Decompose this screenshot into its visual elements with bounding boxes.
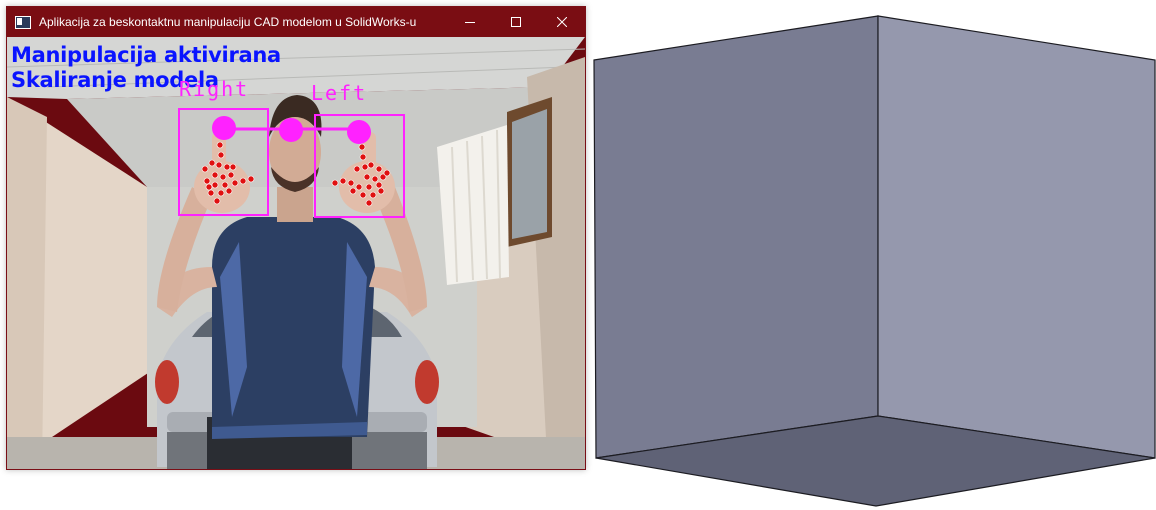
camera-scene xyxy=(7,37,585,469)
close-icon xyxy=(557,17,567,27)
right-hand-label: Right xyxy=(179,77,250,101)
minimize-icon xyxy=(465,22,475,23)
cad-viewport[interactable] xyxy=(592,12,1156,510)
left-fingertip-marker xyxy=(347,120,371,144)
status-activated-text: Manipulacija aktivirana xyxy=(11,43,281,67)
close-button[interactable] xyxy=(539,7,585,37)
camera-feed: Manipulacija aktivirana Skaliranje model… xyxy=(7,37,585,469)
maximize-icon xyxy=(511,17,521,27)
minimize-button[interactable] xyxy=(447,7,493,37)
maximize-button[interactable] xyxy=(493,7,539,37)
cube-face-right xyxy=(877,15,1156,459)
left-hand-label: Left xyxy=(311,81,368,105)
right-fingertip-marker xyxy=(212,116,236,140)
cad-cube-model[interactable] xyxy=(592,12,1156,510)
camera-app-window[interactable]: Aplikacija za beskontaktnu manipulaciju … xyxy=(6,6,586,470)
title-bar[interactable]: Aplikacija za beskontaktnu manipulaciju … xyxy=(7,7,585,37)
window-title: Aplikacija za beskontaktnu manipulaciju … xyxy=(39,15,417,29)
window-controls xyxy=(447,7,585,37)
midpoint-marker xyxy=(279,118,303,142)
screen: Aplikacija za beskontaktnu manipulaciju … xyxy=(0,0,1156,510)
app-window-icon xyxy=(15,15,31,29)
cube-face-left xyxy=(593,15,879,459)
